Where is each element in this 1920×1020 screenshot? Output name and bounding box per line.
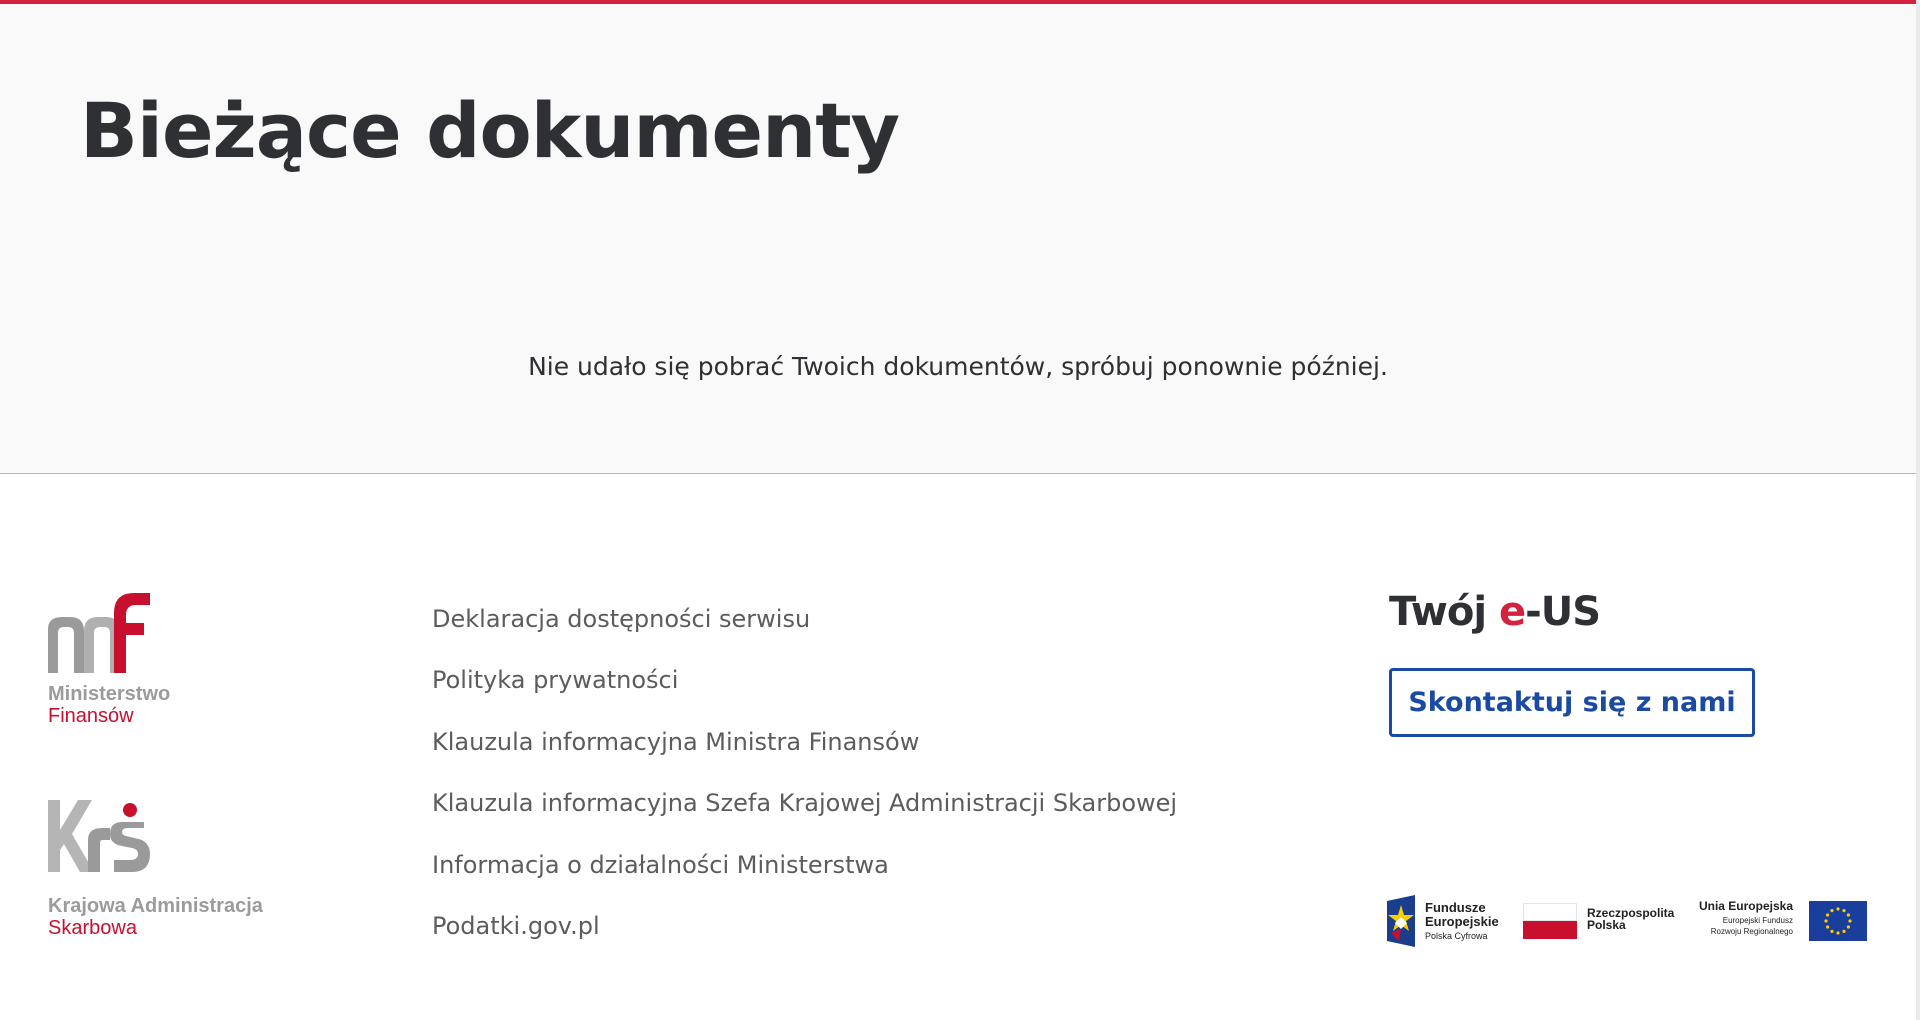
- kas-logo-line1: Krajowa Administracja: [48, 895, 263, 917]
- ministry-of-finance-logo[interactable]: Ministerstwo Finansów: [48, 593, 238, 727]
- footer: Ministerstwo Finansów Krajowa Administra…: [0, 475, 1916, 1020]
- kas-logo[interactable]: Krajowa Administracja Skarbowa: [48, 800, 288, 939]
- pl-flag-white: [1523, 903, 1577, 921]
- eus-title-prefix: Twój: [1389, 589, 1499, 635]
- unia-europejska-logo: Unia Europejska Europejski Fundusz Rozwo…: [1693, 893, 1869, 949]
- main-section: Bieżące dokumenty Nie udało się pobrać T…: [0, 4, 1916, 474]
- scrollbar-track[interactable]: [1916, 0, 1920, 1020]
- kas-logo-line2: Skarbowa: [48, 917, 137, 939]
- fe-line2: Europejskie: [1425, 914, 1499, 929]
- pl-flag-red: [1523, 921, 1577, 939]
- rzeczpospolita-polska-logo: Rzeczpospolita Polska: [1523, 893, 1683, 949]
- mf-logo-line2: Finansów: [48, 705, 134, 727]
- rp-line2: Polska: [1587, 918, 1626, 932]
- ue-line3: Rozwoju Regionalnego: [1710, 927, 1793, 936]
- fe-line3: Polska Cyfrowa: [1425, 931, 1488, 941]
- footer-link-privacy-policy[interactable]: Polityka prywatności: [432, 662, 1177, 723]
- footer-link-mf-clause[interactable]: Klauzula informacyjna Ministra Finansów: [432, 724, 1177, 785]
- page: Bieżące dokumenty Nie udało się pobrać T…: [0, 0, 1920, 1020]
- ue-line1: Unia Europejska: [1698, 899, 1793, 913]
- mf-emblem-icon: [48, 593, 150, 673]
- fe-line1: Fundusze: [1425, 900, 1486, 915]
- footer-link-ministry-info[interactable]: Informacja o działalności Ministerstwa: [432, 847, 1177, 908]
- footer-links: Deklaracja dostępności serwisu Polityka …: [432, 601, 1177, 969]
- eus-title-accent: e: [1498, 589, 1526, 635]
- eu-flag-icon: [1809, 901, 1867, 941]
- fe-star-icon: [1387, 895, 1415, 947]
- footer-link-podatki[interactable]: Podatki.gov.pl: [432, 908, 1177, 969]
- eus-title-suffix: -US: [1525, 589, 1601, 635]
- kas-emblem-icon: [48, 800, 150, 872]
- eus-brand-title: Twój e-US: [1389, 589, 1601, 635]
- contact-us-button[interactable]: Skontaktuj się z nami: [1389, 668, 1755, 737]
- eu-funding-logos: Fundusze Europejskie Polska Cyfrowa Rzec…: [1387, 893, 1869, 949]
- footer-link-accessibility[interactable]: Deklaracja dostępności serwisu: [432, 601, 1177, 662]
- fundusze-europejskie-logo: Fundusze Europejskie Polska Cyfrowa: [1387, 893, 1505, 949]
- ue-line2: Europejski Fundusz: [1722, 916, 1793, 925]
- page-title: Bieżące dokumenty: [80, 86, 900, 175]
- footer-link-kas-clause[interactable]: Klauzula informacyjna Szefa Krajowej Adm…: [432, 785, 1177, 846]
- mf-logo-line1: Ministerstwo: [48, 683, 171, 705]
- error-message: Nie udało się pobrać Twoich dokumentów, …: [528, 352, 1388, 381]
